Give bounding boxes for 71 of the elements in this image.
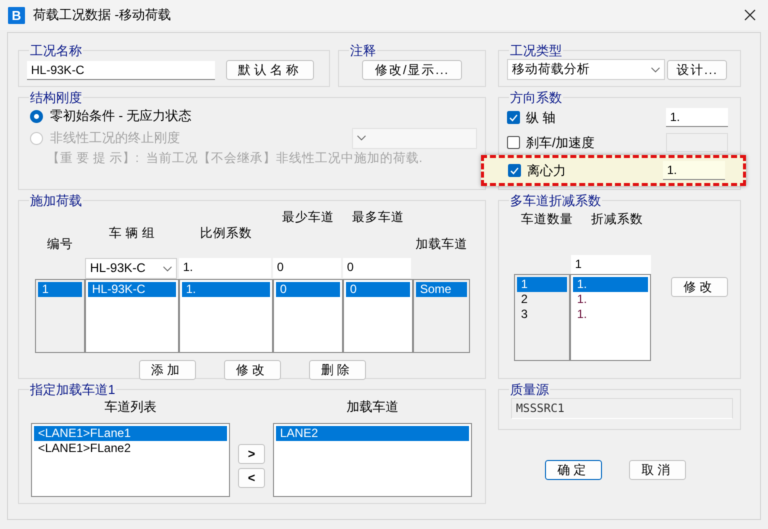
reduction-field[interactable]: 1	[571, 254, 651, 274]
move-button[interactable]: >	[238, 444, 265, 464]
important-note: 【重 要 提 示】: 当前工况【不会继承】非线性工况中施加的荷载.	[46, 150, 424, 167]
group-title: 工况名称	[29, 43, 83, 58]
ok-button[interactable]: 确定	[545, 460, 602, 480]
group-title: 质量源	[509, 382, 550, 397]
column-header: 车道列表	[104, 398, 158, 416]
option-label: 零初始条件 - 无应力状态	[50, 107, 192, 126]
factor-field[interactable]: 1.	[663, 161, 725, 180]
list-item[interactable]: 1.	[573, 292, 648, 307]
default-name-button[interactable]: 默认名称	[226, 60, 314, 80]
chevron-down-icon	[163, 266, 172, 272]
group-title: 结构刚度	[29, 90, 83, 105]
action-button[interactable]: 添加	[138, 360, 196, 380]
list-item[interactable]: HL-93K-C	[88, 282, 176, 297]
group-title: 注释	[349, 43, 377, 58]
list-item[interactable]: <LANE1>FLane2	[34, 440, 227, 456]
group-title: 指定加载车道1	[29, 382, 116, 397]
window-title: 荷载工况数据 -移动荷载	[33, 6, 171, 24]
list-item[interactable]: 1	[517, 276, 567, 292]
checkbox-label: 刹车/加速度	[526, 134, 595, 152]
list-item[interactable]: Some	[416, 282, 467, 297]
column-header: 最少车道	[281, 209, 335, 226]
move-button[interactable]: <	[238, 468, 265, 488]
list-item[interactable]: 1.	[182, 282, 270, 297]
checkbox-label: 纵 轴	[526, 108, 556, 127]
design-button[interactable]: 设计...	[667, 60, 727, 80]
checkbox[interactable]	[507, 111, 520, 124]
group-title: 多车道折减系数	[509, 193, 602, 208]
group-title: 工况类型	[509, 43, 563, 58]
checkbox[interactable]	[508, 164, 521, 177]
column-header: 折减系数	[591, 211, 643, 228]
list-item[interactable]: 1	[38, 282, 82, 297]
list-item[interactable]: 1.	[573, 306, 648, 322]
list-item[interactable]: 1.	[573, 276, 648, 292]
option-label: 非线性工况的终止刚度	[50, 129, 180, 148]
column-header: 编号	[46, 236, 74, 254]
column-header: 车 辆 组	[108, 224, 156, 242]
radio-button[interactable]	[30, 110, 43, 122]
app-logo: B	[8, 6, 25, 24]
factor-field[interactable]	[666, 133, 728, 152]
edit-button[interactable]: 修改	[671, 276, 728, 297]
action-button[interactable]: 修改	[224, 360, 280, 380]
chevron-down-icon	[357, 135, 366, 141]
name-field[interactable]: HL-93K-C	[27, 60, 215, 80]
list-item[interactable]: 0	[346, 282, 410, 297]
list-item[interactable]: 0	[276, 282, 340, 297]
input-field[interactable]: 1.	[179, 258, 271, 278]
case-type-dropdown[interactable]: 移动荷载分析	[507, 59, 665, 80]
list-item[interactable]: 3	[517, 306, 567, 322]
chevron-down-icon	[651, 66, 660, 72]
list-item[interactable]: LANE2	[276, 426, 469, 440]
column-header: 比例系数	[199, 224, 253, 242]
edit-notes-button[interactable]: 修改/显示...	[362, 60, 462, 80]
input-field[interactable]: 0	[343, 258, 411, 278]
column-header: 加载车道	[346, 398, 400, 416]
list-item[interactable]: <LANE1>FLane1	[34, 426, 227, 440]
input-field[interactable]: 0	[273, 258, 341, 278]
group-title: 方向系数	[509, 90, 563, 105]
mass-source-field: MSSSRC1	[511, 398, 733, 419]
checkbox[interactable]	[507, 136, 520, 149]
list-item[interactable]: 2	[517, 292, 567, 307]
checkbox-label: 离心力	[527, 162, 566, 180]
column-header: 加载车道	[414, 236, 468, 254]
column-header: 最多车道	[351, 209, 405, 226]
factor-field[interactable]: 1.	[666, 108, 728, 127]
column-header: 车道数量	[521, 211, 573, 228]
action-button[interactable]: 删除	[308, 360, 366, 380]
group-title: 施加荷载	[29, 193, 83, 208]
vehicle-dropdown[interactable]: HL-93K-C	[85, 258, 177, 279]
cancel-button[interactable]: 取消	[629, 460, 686, 480]
